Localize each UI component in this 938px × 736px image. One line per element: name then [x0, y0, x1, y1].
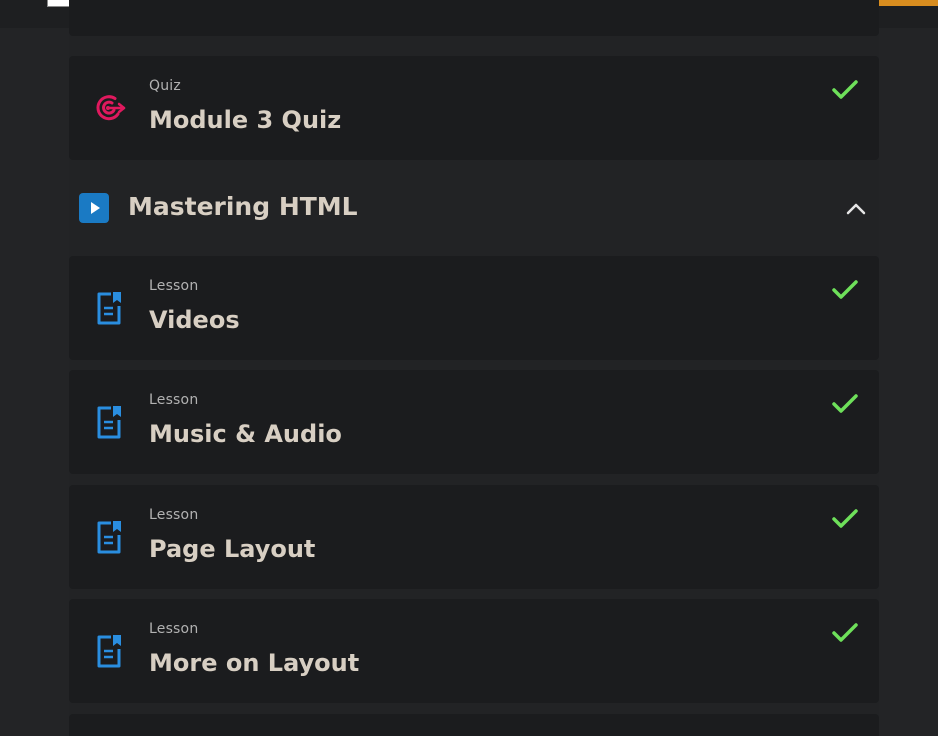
target-icon	[91, 90, 127, 126]
lesson-document-icon	[91, 404, 127, 440]
item-type-label: Lesson	[149, 507, 199, 523]
lesson-document-icon	[91, 519, 127, 555]
list-item-lesson[interactable]: Lesson Page Layout	[69, 485, 879, 589]
section-title: Mastering HTML	[128, 192, 358, 221]
check-icon	[831, 392, 859, 416]
item-title[interactable]: Module 3 Quiz	[149, 106, 341, 134]
previous-card[interactable]	[69, 0, 879, 36]
list-item-quiz[interactable]: Quiz Module 3 Quiz	[69, 56, 879, 160]
chevron-up-icon[interactable]	[845, 198, 867, 220]
item-title[interactable]: More on Layout	[149, 649, 359, 677]
check-icon	[831, 621, 859, 645]
course-content-panel: Quiz Module 3 Quiz Mastering HTML Lesson…	[69, 0, 879, 736]
section-header-mastering-html[interactable]: Mastering HTML	[69, 176, 879, 240]
item-type-label: Lesson	[149, 278, 199, 294]
check-icon	[831, 78, 859, 102]
list-item-lesson[interactable]: Lesson Videos	[69, 256, 879, 360]
list-item-lesson[interactable]: Lesson Music & Audio	[69, 370, 879, 474]
lesson-document-icon	[91, 633, 127, 669]
list-item-lesson[interactable]: Lesson More on Layout	[69, 599, 879, 703]
item-type-label: Lesson	[149, 621, 199, 637]
course-outline-page: Quiz Module 3 Quiz Mastering HTML Lesson…	[0, 0, 938, 736]
item-type-label: Quiz	[149, 78, 181, 94]
item-title[interactable]: Music & Audio	[149, 420, 342, 448]
lesson-document-icon	[91, 290, 127, 326]
next-card[interactable]	[69, 714, 879, 736]
check-icon	[831, 278, 859, 302]
item-title[interactable]: Page Layout	[149, 535, 315, 563]
item-type-label: Lesson	[149, 392, 199, 408]
check-icon	[831, 507, 859, 531]
play-icon	[79, 193, 109, 223]
item-title[interactable]: Videos	[149, 306, 240, 334]
